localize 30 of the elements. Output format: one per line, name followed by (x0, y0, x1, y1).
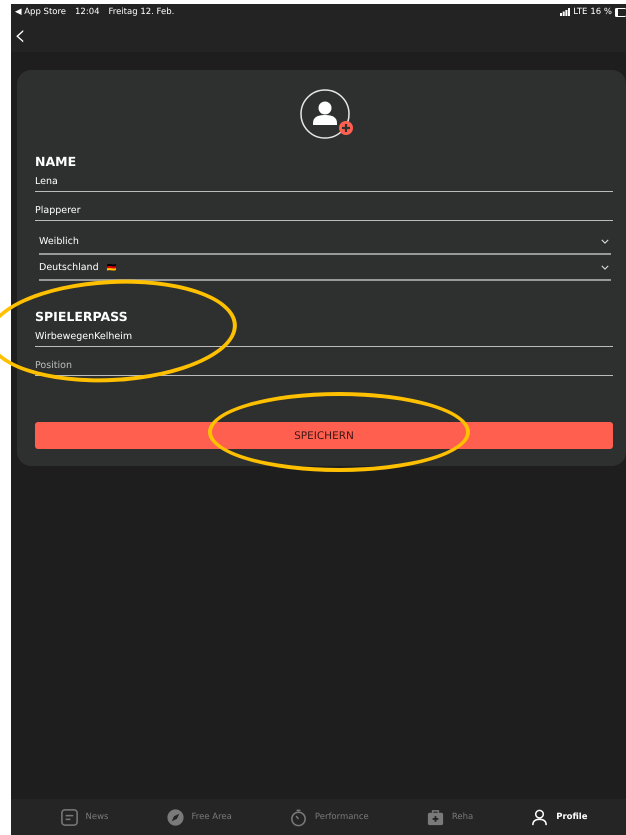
chevron-down-icon (601, 265, 609, 270)
battery-icon (615, 8, 626, 16)
network-label: LTE (573, 7, 588, 17)
dropdown-field[interactable]: Weiblich (39, 231, 611, 255)
first-aid-kit-icon (426, 808, 445, 826)
tab-item[interactable]: Profile (530, 808, 588, 826)
input-field[interactable]: Position (35, 357, 613, 376)
person-icon (530, 808, 550, 826)
section-heading: SPIELERPASS (35, 309, 129, 324)
chevron-down-icon (601, 239, 609, 244)
stopwatch-icon (288, 808, 308, 826)
input-field[interactable]: Lena (35, 173, 613, 192)
signal-icon (560, 8, 570, 16)
tab-item[interactable]: Free Area (166, 808, 232, 826)
compass-icon (166, 808, 185, 826)
status-date: Freitag 12. Feb. (108, 7, 174, 17)
back-button[interactable]: ‹ (14, 22, 26, 50)
flag-icon: 🇩🇪 (106, 263, 117, 272)
input-field[interactable]: WirbewegenKelheim (35, 328, 613, 347)
input-field[interactable]: Plapperer (35, 202, 613, 221)
back-to-app-link[interactable]: ◀ App Store (15, 7, 66, 17)
tab-item[interactable]: Performance (288, 808, 369, 826)
section-heading: NAME (35, 154, 78, 169)
save-button[interactable]: SPEICHERN (35, 422, 613, 449)
dropdown-field[interactable]: Deutschland 🇩🇪 (39, 257, 611, 281)
tab-item[interactable]: News (60, 808, 108, 826)
status-time: 12:04 (75, 7, 100, 17)
document-icon (60, 808, 79, 826)
battery-percent: 16 % (590, 7, 612, 17)
tab-item[interactable]: Reha (426, 808, 474, 826)
